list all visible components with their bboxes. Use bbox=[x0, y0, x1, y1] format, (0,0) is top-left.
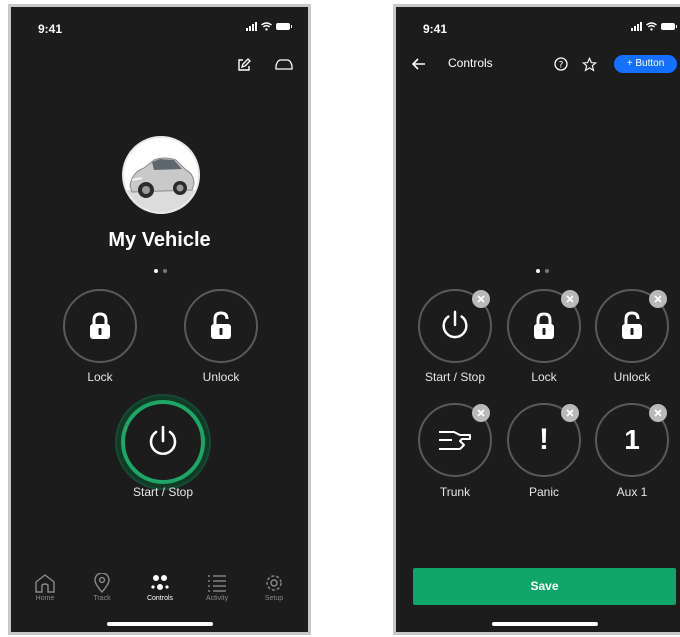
gear-icon bbox=[266, 575, 282, 591]
home-icon bbox=[35, 574, 55, 593]
wifi-icon bbox=[261, 22, 272, 31]
power-icon bbox=[442, 310, 468, 339]
edit-icon[interactable] bbox=[235, 56, 253, 74]
tab-home-label: Home bbox=[35, 595, 55, 602]
home-indicator[interactable] bbox=[491, 622, 598, 626]
vehicle-name: My Vehicle bbox=[108, 229, 211, 251]
save-button[interactable]: Save bbox=[413, 568, 676, 605]
battery-icon bbox=[276, 23, 292, 30]
start-stop-button[interactable] bbox=[121, 400, 205, 484]
unlock-button[interactable] bbox=[184, 289, 258, 363]
system-indicators bbox=[246, 22, 292, 31]
tab-controls-label: Controls bbox=[146, 595, 174, 602]
svg-text:?: ? bbox=[559, 61, 564, 71]
remove-lock-button[interactable] bbox=[561, 290, 579, 308]
aux-1-label: Aux 1 bbox=[616, 485, 648, 499]
remove-aux-1-button[interactable] bbox=[649, 404, 667, 422]
tab-setup-label: Setup bbox=[264, 595, 284, 602]
unlock-label: Unlock bbox=[613, 370, 651, 384]
status-time: 9:41 bbox=[423, 22, 448, 36]
trunk-icon bbox=[439, 431, 471, 450]
remove-unlock-button[interactable] bbox=[649, 290, 667, 308]
page-indicator bbox=[154, 269, 167, 273]
status-time: 9:41 bbox=[38, 22, 63, 36]
page-dot-active bbox=[536, 269, 540, 273]
aux-icon: 1 bbox=[624, 424, 640, 455]
page-dot-active bbox=[154, 269, 158, 273]
exclamation-icon: ! bbox=[539, 423, 549, 456]
page-dot bbox=[545, 269, 549, 273]
status-bar: 9:41 bbox=[11, 7, 308, 47]
back-arrow-icon[interactable] bbox=[410, 55, 428, 73]
close-icon bbox=[477, 295, 485, 303]
star-icon[interactable] bbox=[580, 55, 598, 73]
page-title: Controls bbox=[448, 56, 493, 70]
tab-activity[interactable]: Activity bbox=[192, 573, 242, 602]
start-stop-label: Start / Stop bbox=[132, 485, 194, 499]
tab-track-label: Track bbox=[93, 595, 111, 602]
tab-bar: Home Track Controls Activity Setup bbox=[11, 573, 308, 613]
signal-icon bbox=[246, 22, 257, 31]
controls-icon bbox=[151, 575, 169, 590]
wifi-icon bbox=[646, 22, 657, 31]
page-indicator bbox=[536, 269, 549, 273]
unlock-icon bbox=[211, 311, 231, 339]
vehicle-avatar bbox=[122, 136, 200, 214]
phone-screen-edit-controls: 9:41 Controls ? + Button Start / Stop Lo… bbox=[393, 4, 680, 635]
phone-screen-vehicle: 9:41 My Vehicle Lock Unlock Start / Stop… bbox=[8, 4, 311, 635]
battery-icon bbox=[661, 23, 677, 30]
tab-controls[interactable]: Controls bbox=[135, 573, 185, 602]
tab-setup[interactable]: Setup bbox=[249, 573, 299, 602]
signal-icon bbox=[631, 22, 642, 31]
unlock-icon bbox=[622, 311, 642, 339]
remove-trunk-button[interactable] bbox=[472, 404, 490, 422]
close-icon bbox=[566, 295, 574, 303]
tab-activity-label: Activity bbox=[205, 595, 229, 602]
close-icon bbox=[566, 409, 574, 417]
tab-home[interactable]: Home bbox=[20, 573, 70, 602]
location-pin-icon bbox=[94, 573, 110, 593]
help-icon[interactable]: ? bbox=[552, 55, 570, 73]
close-icon bbox=[654, 409, 662, 417]
close-icon bbox=[654, 295, 662, 303]
lock-icon bbox=[90, 312, 110, 339]
page-dot bbox=[163, 269, 167, 273]
system-indicators bbox=[631, 22, 677, 31]
vehicle-icon[interactable] bbox=[273, 56, 295, 74]
remove-panic-button[interactable] bbox=[561, 404, 579, 422]
status-bar: 9:41 bbox=[396, 7, 680, 47]
unlock-label: Unlock bbox=[202, 370, 240, 384]
close-icon bbox=[477, 409, 485, 417]
remove-start-stop-button[interactable] bbox=[472, 290, 490, 308]
tab-track[interactable]: Track bbox=[77, 573, 127, 602]
lock-label: Lock bbox=[87, 370, 113, 384]
home-indicator[interactable] bbox=[106, 622, 213, 626]
power-icon bbox=[149, 425, 177, 455]
lock-icon bbox=[534, 312, 554, 339]
list-icon bbox=[208, 575, 226, 592]
add-button[interactable]: + Button bbox=[614, 55, 677, 73]
lock-button[interactable] bbox=[63, 289, 137, 363]
